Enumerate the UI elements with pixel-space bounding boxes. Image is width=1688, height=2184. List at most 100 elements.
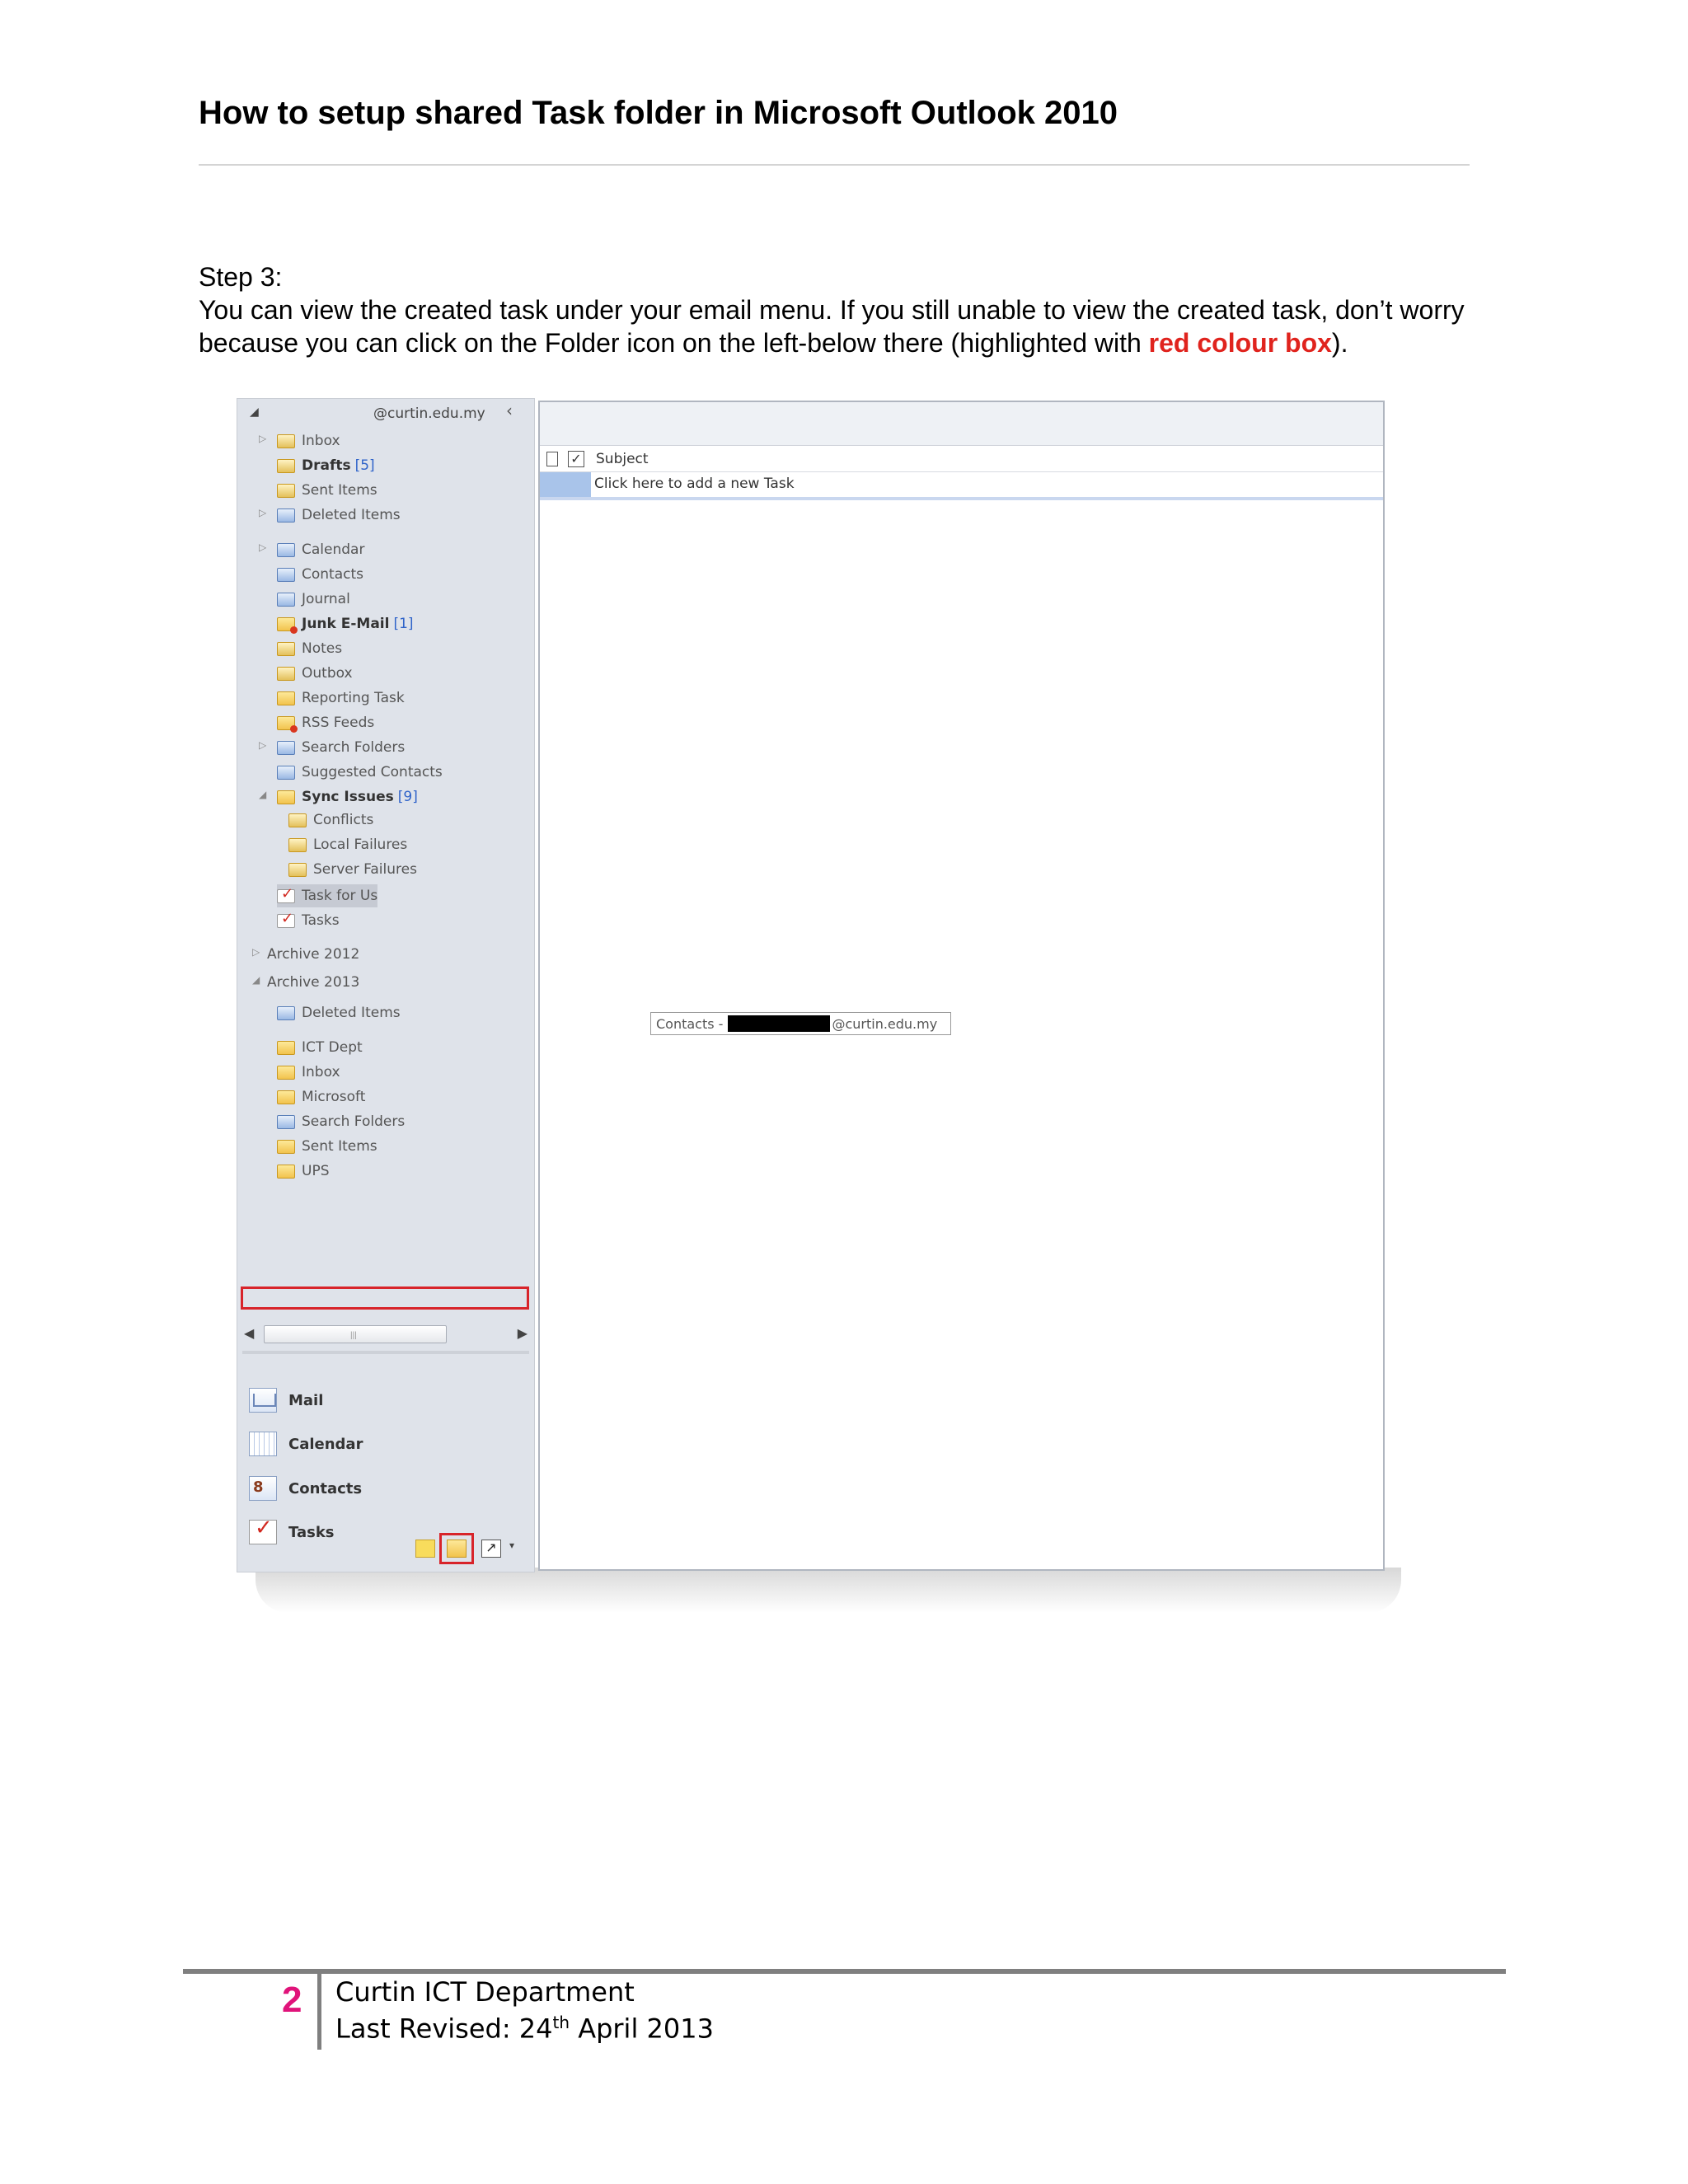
notes-mini-icon[interactable] <box>415 1540 435 1558</box>
deleted-items-folder-icon <box>277 508 295 523</box>
item-type-icon[interactable] <box>546 452 558 466</box>
step-text-part-2: ). <box>1331 328 1348 358</box>
folder-item-sent-items[interactable]: Sent Items <box>277 479 377 502</box>
local-failures-folder-icon <box>288 837 307 852</box>
folder-item-local-failures[interactable]: Local Failures <box>288 833 407 856</box>
document-title: How to setup shared Task folder in Micro… <box>199 95 1118 131</box>
folder-icon <box>277 1040 295 1055</box>
step-label: Step 3: <box>199 262 283 292</box>
folder-label: Task for Us <box>302 888 378 904</box>
subject-column-header[interactable]: Subject <box>596 451 649 467</box>
folder-icon <box>277 1090 295 1104</box>
expand-triangle-icon[interactable]: ▷ <box>259 507 266 518</box>
scroll-right-arrow-icon[interactable]: ▶ <box>518 1325 528 1342</box>
folder-item-search-folders[interactable]: ▷ Search Folders <box>259 736 406 759</box>
folder-item-archive-2013[interactable]: ◢ Archive 2013 <box>252 971 360 994</box>
folder-item-outbox[interactable]: Outbox <box>277 662 353 685</box>
column-header-row: ✓ Subject <box>540 447 1383 472</box>
expand-triangle-icon[interactable]: ▷ <box>259 739 266 751</box>
nav-calendar-button[interactable]: Calendar <box>249 1427 363 1460</box>
folder-item-notes[interactable]: Notes <box>277 637 342 660</box>
folder-item-tasks[interactable]: Tasks <box>277 909 340 932</box>
nav-tasks-button[interactable]: Tasks <box>249 1516 335 1549</box>
new-task-row-indicator <box>540 472 591 497</box>
folder-item-contacts[interactable]: Contacts <box>277 563 363 586</box>
folder-label: Notes <box>302 640 343 657</box>
folder-item-archive-microsoft[interactable]: Microsoft <box>277 1085 365 1108</box>
folder-item-deleted-items[interactable]: ▷ Deleted Items <box>259 504 401 527</box>
folder-item-archive-ups[interactable]: UPS <box>277 1160 330 1183</box>
rss-folder-icon <box>277 715 298 733</box>
nav-contacts-label: Contacts <box>288 1479 363 1497</box>
folder-icon <box>277 691 295 705</box>
scrollbar-thumb[interactable]: ||| <box>264 1325 447 1343</box>
folder-item-drafts[interactable]: Drafts [5] <box>277 454 375 477</box>
unread-count: [5] <box>354 457 375 474</box>
folder-label: Junk E-Mail <box>302 616 390 632</box>
scrollbar-grip-icon: ||| <box>350 1331 357 1340</box>
folder-label: Microsoft <box>302 1089 366 1105</box>
expand-triangle-icon[interactable]: ▷ <box>252 946 260 958</box>
folder-item-archive-inbox[interactable]: Inbox <box>277 1061 340 1084</box>
folder-label: Search Folders <box>302 1113 406 1130</box>
folder-item-suggested-contacts[interactable]: Suggested Contacts <box>277 761 443 784</box>
folder-item-calendar[interactable]: ▷ Calendar <box>259 538 365 561</box>
folder-label: Sync Issues <box>302 789 394 805</box>
folder-label: Inbox <box>302 1064 340 1080</box>
folder-item-task-for-us[interactable]: Task for Us <box>277 884 378 907</box>
folder-pane: ◢ @curtin.edu.my ‹ ▷ Inbox Drafts [5] Sent I… <box>237 398 535 1572</box>
contacts-folder-icon <box>277 567 295 582</box>
folder-item-conflicts[interactable]: Conflicts <box>288 808 373 832</box>
folder-item-rss-feeds[interactable]: RSS Feeds <box>277 711 374 734</box>
scroll-left-arrow-icon[interactable]: ◀ <box>244 1325 254 1342</box>
folder-label: Inbox <box>302 433 340 449</box>
collapse-triangle-icon[interactable]: ◢ <box>259 789 266 800</box>
new-task-row[interactable]: Click here to add a new Task <box>540 472 1383 500</box>
redacted-name-block <box>728 1015 831 1032</box>
folder-label: Deleted Items <box>302 1005 401 1021</box>
expand-triangle-icon[interactable]: ▷ <box>259 433 266 444</box>
calendar-icon <box>249 1432 277 1456</box>
outlook-screenshot: ◢ @curtin.edu.my ‹ ▷ Inbox Drafts [5] Sent I… <box>237 398 1385 1577</box>
folder-item-server-failures[interactable]: Server Failures <box>288 858 417 881</box>
nav-contacts-button[interactable]: Contacts <box>249 1472 362 1505</box>
title-divider <box>199 164 1470 166</box>
collapse-triangle-icon[interactable]: ◢ <box>252 974 260 986</box>
folder-item-journal[interactable]: Journal <box>277 588 350 611</box>
calendar-folder-icon <box>277 542 295 557</box>
pane-splitter[interactable] <box>242 1351 529 1354</box>
account-address: @curtin.edu.my <box>373 405 485 422</box>
nav-tasks-label: Tasks <box>288 1523 335 1541</box>
tooltip-suffix: @curtin.edu.my <box>832 1015 938 1032</box>
expand-triangle-icon[interactable]: ▷ <box>259 541 266 553</box>
folder-icon-highlight-box <box>439 1533 474 1564</box>
folder-pane-scrollbar[interactable]: ◀ ||| ▶ <box>244 1324 528 1345</box>
folder-item-sync-issues[interactable]: ◢ Sync Issues [9] <box>259 785 418 808</box>
collapse-triangle-icon[interactable]: ◢ <box>250 405 259 419</box>
folder-item-inbox[interactable]: ▷ Inbox <box>259 429 340 452</box>
tasks-icon <box>249 1516 277 1544</box>
folder-item-archive-2012[interactable]: ▷ Archive 2012 <box>252 943 359 966</box>
folder-item-reporting-task[interactable]: Reporting Task <box>277 687 405 710</box>
new-task-prompt[interactable]: Click here to add a new Task <box>594 476 795 492</box>
search-folder-icon <box>277 1114 295 1129</box>
folder-item-archive-sent-items[interactable]: Sent Items <box>277 1135 377 1158</box>
configure-buttons-dropdown-icon[interactable]: ▾ <box>509 1540 521 1558</box>
account-header[interactable]: ◢ @curtin.edu.my ‹ <box>237 399 536 429</box>
contacts-icon <box>249 1476 277 1501</box>
folder-label: Archive 2013 <box>267 974 360 991</box>
folder-label: Conflicts <box>313 812 374 828</box>
folder-item-archive-ict-dept[interactable]: ICT Dept <box>277 1036 363 1059</box>
nav-mail-button[interactable]: Mail <box>249 1384 323 1417</box>
folder-label: Search Folders <box>302 739 406 756</box>
folder-label: Calendar <box>302 541 365 558</box>
folder-item-archive-deleted-items[interactable]: Deleted Items <box>277 1001 401 1024</box>
shortcuts-mini-icon[interactable]: ↗ <box>481 1540 501 1558</box>
folder-item-junk-e-mail[interactable]: Junk E-Mail [1] <box>277 612 414 635</box>
folder-label: Contacts <box>302 566 363 583</box>
footer-vertical-rule <box>317 1974 321 2050</box>
minimize-pane-chevron-icon[interactable]: ‹ <box>506 401 513 420</box>
folder-item-archive-search-folders[interactable]: Search Folders <box>277 1110 405 1133</box>
folder-icon <box>277 790 295 804</box>
complete-checkbox-icon[interactable]: ✓ <box>568 451 584 467</box>
